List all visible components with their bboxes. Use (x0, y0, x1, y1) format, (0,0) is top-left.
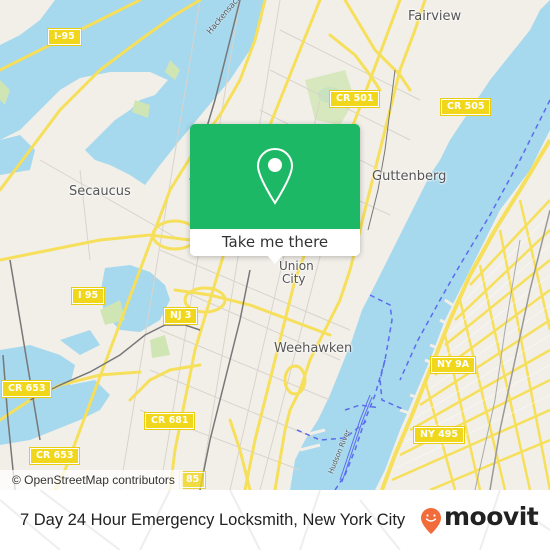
footer-bar: 7 Day 24 Hour Emergency Locksmith, New Y… (0, 490, 550, 550)
popup-pointer (266, 254, 284, 264)
moovit-logo-icon (421, 508, 441, 534)
place-label-union-city-1: Union (279, 259, 314, 273)
popup-header (190, 124, 360, 229)
place-label-weehawken: Weehawken (274, 341, 353, 356)
road-shield-cr501: CR 501 (330, 91, 380, 107)
location-popup: Take me there (190, 124, 360, 264)
take-me-there-button[interactable]: Take me there (190, 229, 360, 256)
location-pin-icon (256, 147, 294, 205)
place-label-union-city-2: City (282, 272, 306, 286)
road-shield-cr505: CR 505 (441, 99, 491, 115)
road-shield-partial: 85 (180, 472, 206, 488)
road-shield-cr653-b: CR 653 (30, 448, 80, 464)
road-shield-i95-top: I-95 (48, 29, 81, 45)
road-shield-cr681: CR 681 (145, 413, 195, 429)
moovit-brand[interactable]: moovit (444, 502, 539, 532)
road-shield-ny9a: NY 9A (431, 357, 476, 373)
road-shield-i95-mid: I 95 (72, 288, 105, 304)
place-label-secaucus: Secaucus (69, 184, 131, 199)
location-title: 7 Day 24 Hour Emergency Locksmith, New Y… (20, 511, 406, 529)
road-shield-ny495: NY 495 (414, 427, 464, 443)
road-shield-cr653-a: CR 653 (2, 381, 52, 397)
map-attribution[interactable]: © OpenStreetMap contributors (0, 470, 183, 490)
place-label-fairview: Fairview (408, 9, 462, 24)
map-view[interactable]: Fairview Secaucus Guttenberg Union City … (0, 0, 550, 490)
place-label-guttenberg: Guttenberg (372, 169, 447, 184)
road-shield-nj3: NJ 3 (164, 308, 198, 324)
